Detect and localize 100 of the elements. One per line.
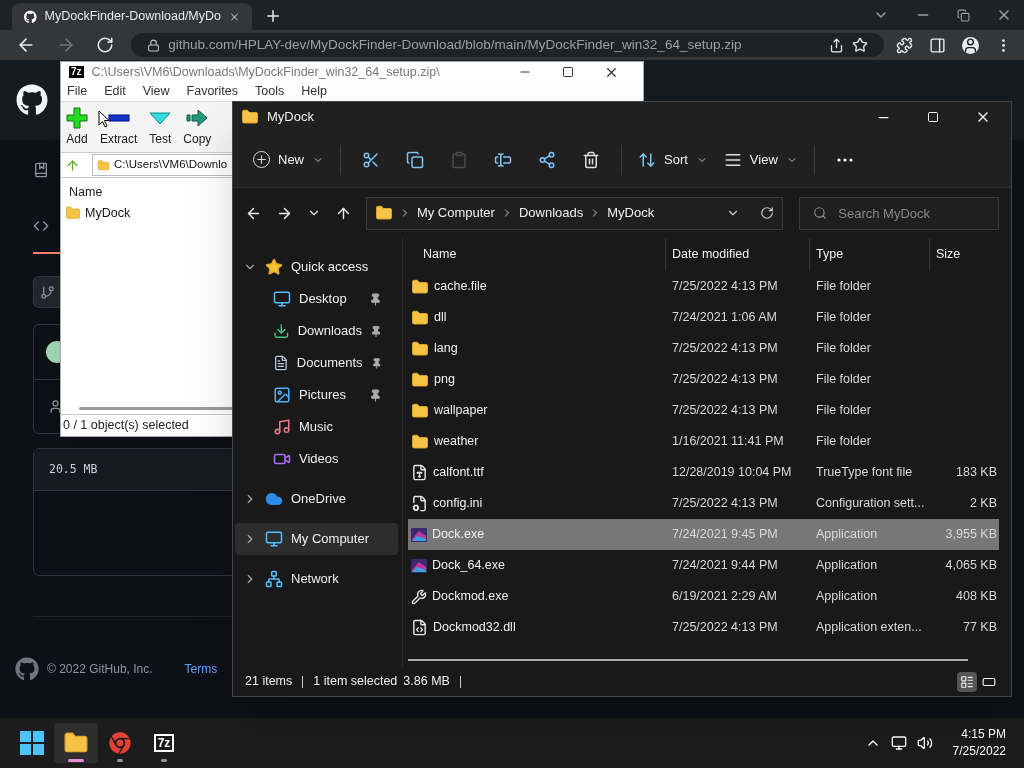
menu-item[interactable]: Favorites (186, 82, 238, 101)
music-icon (273, 418, 291, 436)
extensions-icon[interactable] (896, 36, 913, 54)
menu-item[interactable]: File (67, 82, 88, 101)
terms-link[interactable]: Terms (184, 660, 218, 678)
address-bar[interactable]: My Computer Downloads MyDock (365, 196, 784, 230)
file-row[interactable]: wallpaper 7/25/2022 4:13 PM File folder (408, 395, 999, 426)
new-button[interactable]: New (245, 141, 332, 178)
file-row[interactable]: calfont.ttf 12/28/2019 10:04 PM TrueType font file 183 KB (408, 457, 999, 488)
file-row[interactable]: dll 7/24/2021 1:06 AM File folder (408, 302, 999, 333)
type-cell-text: File folder (815, 278, 872, 296)
document-icon (273, 354, 289, 372)
nav-item[interactable]: Network (235, 563, 398, 595)
tab-title: MyDockFinder-Download/MyDo (44, 8, 221, 26)
selection-info: 1 item selected (313, 673, 398, 691)
file-name: cache.file (434, 278, 487, 296)
cloud-icon (265, 490, 283, 508)
file-row[interactable]: Dock_64.exe 7/24/2021 9:44 PM Application 4,065 KB (408, 550, 999, 581)
rename-icon (494, 150, 512, 169)
file-row[interactable]: lang 7/25/2022 4:13 PM File folder (408, 333, 999, 364)
copyright-text: © 2022 GitHub, Inc. (47, 661, 153, 678)
file-row[interactable]: Dockmod.exe 6/19/2021 2:29 AM Application 408 KB (408, 581, 999, 612)
column-header[interactable]: Date modified (665, 238, 809, 271)
sort-button[interactable]: Sort (630, 141, 716, 178)
menu-item[interactable]: Edit (104, 82, 126, 101)
nav-item[interactable]: Desktop (235, 283, 398, 315)
volume-icon[interactable] (916, 735, 933, 751)
nav-item[interactable]: Documents (235, 347, 398, 379)
sevenzip-taskbar-button[interactable]: 7z (142, 723, 186, 763)
nav-item[interactable]: Downloads (235, 315, 398, 347)
nav-item[interactable]: Pictures (235, 379, 398, 411)
toolbar-button[interactable]: Copy (183, 106, 212, 148)
maximize-icon[interactable] (562, 66, 574, 78)
date-cell-text: 7/25/2022 4:13 PM (671, 495, 779, 513)
profile-icon[interactable] (962, 36, 979, 54)
menu-item[interactable]: Tools (255, 82, 285, 101)
column-header[interactable]: Name (61, 178, 111, 202)
bookmark-icon[interactable] (852, 37, 868, 53)
column-header[interactable]: Type (809, 238, 929, 271)
file-row[interactable]: cache.file 7/25/2022 4:13 PM File folder (408, 271, 999, 302)
breadcrumb-item[interactable]: MyDock (607, 203, 655, 223)
breadcrumb-item[interactable]: My Computer (416, 203, 495, 223)
file-row[interactable]: png 7/25/2022 4:13 PM File folder (408, 364, 999, 395)
up-folder-icon[interactable] (65, 157, 80, 173)
toolbar-button[interactable]: Extract (100, 106, 138, 148)
file-row[interactable]: config.ini 7/25/2022 4:13 PM Configuration sett... 2 KB (408, 488, 999, 519)
file-row[interactable]: Dockmod32.dll 7/25/2022 4:13 PM Application exten... 77 KB (408, 612, 999, 643)
file-row[interactable]: weather 1/16/2021 11:41 PM File folder (408, 426, 999, 457)
type-cell-text: Configuration sett... (815, 495, 926, 513)
more-icon (836, 157, 853, 162)
new-tab-icon[interactable] (264, 7, 282, 25)
explorer-taskbar-button[interactable] (54, 723, 98, 763)
type-cell-text: File folder (815, 402, 872, 420)
menu-item[interactable]: View (142, 82, 170, 101)
search-icon (813, 205, 828, 220)
toolbar-button[interactable]: Test (149, 106, 172, 148)
book-icon[interactable] (33, 162, 49, 178)
clock[interactable]: 4:15 PM 7/25/2022 (952, 726, 1006, 760)
github-icon (24, 8, 37, 25)
address-bar[interactable]: github.com/HPLAY-dev/MyDockFinder-Download/blob/main/MyDockFinder_win32_64_setup.zip (131, 33, 884, 57)
nav-item[interactable]: OneDrive (235, 483, 398, 515)
folder-icon (411, 308, 429, 327)
restore-icon[interactable] (957, 8, 970, 22)
branch-button[interactable] (33, 276, 60, 308)
nav-item[interactable]: Music (235, 411, 398, 443)
side-panel-icon[interactable] (929, 36, 946, 54)
network-status-icon[interactable] (890, 735, 907, 751)
column-header[interactable]: Name (408, 238, 665, 271)
sevenzip-icon: 7z (153, 734, 175, 752)
list-item[interactable]: MyDock (61, 201, 221, 225)
date-cell-text: 7/25/2022 4:13 PM (671, 402, 779, 420)
date-cell-text: 6/19/2021 2:29 AM (671, 588, 778, 606)
file-name: Dock_64.exe (432, 557, 505, 575)
nav-item[interactable]: My Computer (235, 523, 398, 555)
folder-icon (411, 401, 429, 420)
type-cell-text: TrueType font file (815, 464, 914, 482)
column-header[interactable]: Size (929, 238, 999, 271)
person-icon (48, 399, 63, 414)
details-view-button[interactable] (957, 671, 977, 692)
date-cell-text: 7/25/2022 4:13 PM (671, 340, 779, 358)
size-cell-text: 3,955 KB (944, 526, 998, 544)
folder-icon (411, 370, 429, 389)
toolbar-button[interactable]: Add (66, 106, 88, 148)
type-cell-text: File folder (815, 309, 872, 327)
share-icon[interactable] (829, 37, 844, 53)
folder-icon (411, 432, 429, 451)
nav-item[interactable]: Quick access (235, 251, 398, 283)
breadcrumb-item[interactable]: Downloads (518, 203, 584, 223)
file-name: config.ini (433, 495, 483, 513)
file-row[interactable]: Dock.exe 7/24/2021 9:45 PM Application 3,955 KB (408, 519, 999, 550)
refresh-icon[interactable] (760, 206, 775, 220)
details-icon (960, 674, 974, 689)
code-icon[interactable] (33, 218, 49, 234)
search-field[interactable]: Search MyDock (799, 196, 999, 230)
view-button[interactable]: View (715, 141, 806, 178)
menu-item[interactable]: Help (301, 82, 327, 101)
path-field[interactable]: C:\Users\VM6\Downlo (92, 154, 235, 176)
type-cell-text: File folder (815, 433, 872, 451)
browser-tab[interactable]: MyDockFinder-Download/MyDo (12, 3, 252, 30)
nav-item[interactable]: Videos (235, 443, 398, 475)
